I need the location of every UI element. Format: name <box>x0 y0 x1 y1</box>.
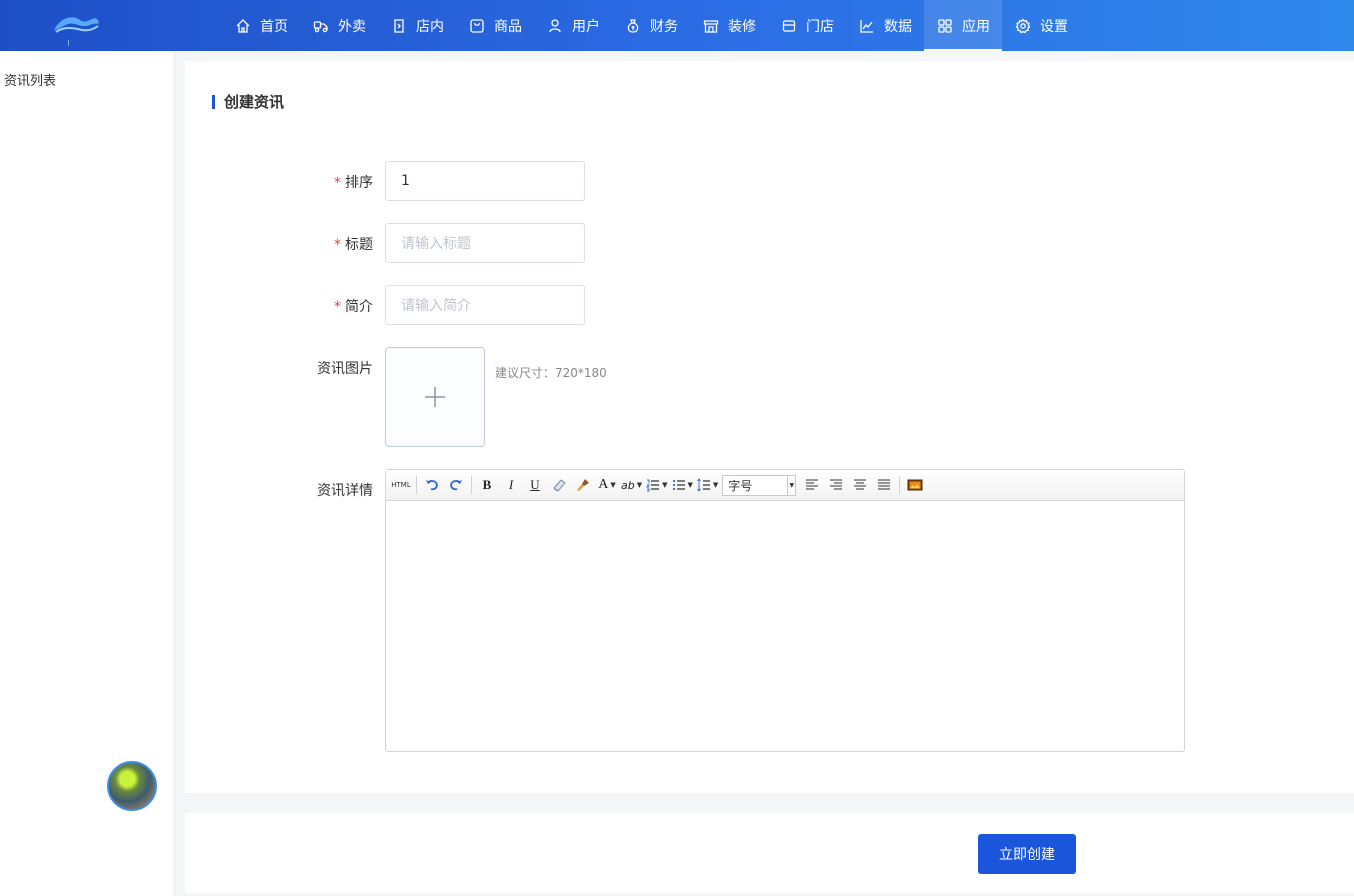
nav-label: 装修 <box>728 18 756 35</box>
plus-icon <box>425 387 445 407</box>
background-color-button[interactable]: ab ▼ <box>621 474 642 496</box>
rich-text-editor: HTML B I U A ▼ ab ▼ ▼ ▼ ▼ 字号 ▼ <box>385 469 1185 752</box>
nav-item-delivery[interactable]: 外卖 <box>300 0 378 51</box>
home-icon <box>234 17 252 35</box>
nav-item-data[interactable]: 数据 <box>846 0 924 51</box>
ordered-list-icon[interactable]: ▼ <box>646 474 668 496</box>
gear-icon <box>1014 17 1032 35</box>
underline-button[interactable]: U <box>525 474 545 496</box>
nav-item-home[interactable]: 首页 <box>222 0 300 51</box>
redo-icon[interactable] <box>446 474 466 496</box>
toolbar-divider <box>416 476 417 494</box>
align-right-icon[interactable] <box>826 474 846 496</box>
editor-content-area[interactable] <box>386 501 1184 751</box>
font-color-button[interactable]: A ▼ <box>597 474 617 496</box>
nav-item-settings[interactable]: 设置 <box>1002 0 1080 51</box>
goods-icon <box>468 17 486 35</box>
store-icon <box>780 17 798 35</box>
nav-item-apps[interactable]: 应用 <box>924 0 1002 51</box>
title-label: * 标题 <box>334 237 373 253</box>
caret-down-icon: ▼ <box>636 481 643 489</box>
logo-icon[interactable] <box>50 8 102 42</box>
nav-item-dine-in[interactable]: 店内 <box>378 0 456 51</box>
nav-item-store[interactable]: 门店 <box>768 0 846 51</box>
image-upload-button[interactable] <box>385 347 485 447</box>
image-size-hint: 建议尺寸：720*180 <box>495 366 607 380</box>
nav-label: 财务 <box>650 18 678 35</box>
sidebar: 资讯列表 <box>0 51 175 896</box>
html-source-button[interactable]: HTML <box>391 474 411 496</box>
font-size-select[interactable]: 字号 ▼ <box>722 474 797 496</box>
italic-button[interactable]: I <box>501 474 521 496</box>
intro-label: * 简介 <box>334 299 373 315</box>
chart-icon <box>858 17 876 35</box>
unordered-list-icon[interactable]: ▼ <box>672 474 693 496</box>
required-mark: * <box>334 237 341 253</box>
nav-label: 应用 <box>962 18 990 35</box>
user-icon <box>546 17 564 35</box>
line-height-icon[interactable]: ▼ <box>697 474 718 496</box>
toolbar-divider <box>471 476 472 494</box>
page-title: 创建资讯 <box>212 91 284 112</box>
align-center-icon[interactable] <box>850 474 870 496</box>
top-navbar: 首页 外卖 店内 商品 用户 财务 装修 门店 数据 应用 设置 <box>0 0 1354 51</box>
nav-item-decor[interactable]: 装修 <box>690 0 768 51</box>
nav-label: 首页 <box>260 18 288 35</box>
title-input[interactable]: 请输入标题 <box>385 223 585 263</box>
nav-label: 外卖 <box>338 18 366 35</box>
avatar[interactable] <box>107 761 157 811</box>
toolbar-divider <box>899 476 901 494</box>
align-justify-icon[interactable] <box>874 474 894 496</box>
create-button[interactable]: 立即创建 <box>978 834 1076 874</box>
required-mark: * <box>334 299 341 315</box>
form-card: 创建资讯 * 排序 1 * 标题 请输入标题 * 简介 请输入简介 资讯图片 建议尺寸… <box>185 61 1354 793</box>
main-nav: 首页 外卖 店内 商品 用户 财务 装修 门店 数据 应用 设置 <box>222 0 1080 51</box>
apps-icon <box>936 17 954 35</box>
align-left-icon[interactable] <box>802 474 822 496</box>
money-bag-icon <box>624 17 642 35</box>
nav-label: 设置 <box>1040 18 1068 35</box>
sidebar-item-news-list[interactable]: 资讯列表 <box>4 70 56 89</box>
nav-item-finance[interactable]: 财务 <box>612 0 690 51</box>
intro-input[interactable]: 请输入简介 <box>385 285 585 325</box>
nav-label: 店内 <box>416 18 444 35</box>
delivery-icon <box>312 17 330 35</box>
form-footer: 立即创建 <box>185 813 1354 893</box>
caret-down-icon: ▼ <box>787 475 795 495</box>
nav-item-goods[interactable]: 商品 <box>456 0 534 51</box>
dine-in-icon <box>390 17 408 35</box>
caret-down-icon: ▼ <box>662 481 668 489</box>
store-decor-icon <box>702 17 720 35</box>
detail-label: 资讯详情 <box>317 483 373 499</box>
insert-image-icon[interactable] <box>905 474 925 496</box>
editor-toolbar: HTML B I U A ▼ ab ▼ ▼ ▼ ▼ 字号 ▼ <box>386 470 1184 501</box>
nav-item-user[interactable]: 用户 <box>534 0 612 51</box>
caret-down-icon: ▼ <box>712 481 719 489</box>
sort-input[interactable]: 1 <box>385 161 585 201</box>
nav-label: 数据 <box>884 18 912 35</box>
eraser-icon[interactable] <box>549 474 569 496</box>
caret-down-icon: ▼ <box>610 481 616 489</box>
logo-divider <box>68 40 69 46</box>
format-brush-icon[interactable] <box>573 474 593 496</box>
undo-icon[interactable] <box>422 474 442 496</box>
bold-button[interactable]: B <box>477 474 497 496</box>
required-mark: * <box>334 175 341 191</box>
nav-label: 用户 <box>572 18 600 35</box>
nav-label: 商品 <box>494 18 522 35</box>
sort-label: * 排序 <box>334 175 373 191</box>
caret-down-icon: ▼ <box>687 481 693 489</box>
image-label: 资讯图片 <box>317 361 373 377</box>
nav-label: 门店 <box>806 18 834 35</box>
